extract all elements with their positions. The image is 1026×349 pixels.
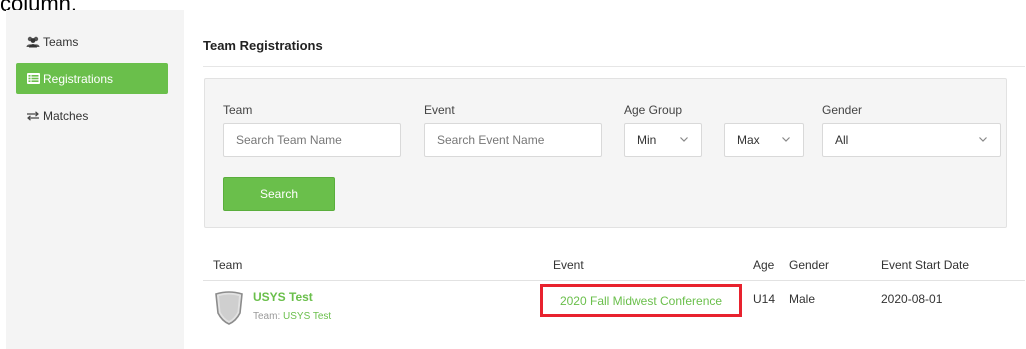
age-cell: U14: [753, 292, 776, 306]
column-header-age: Age: [753, 258, 775, 272]
sidebar: Teams Registrations Matches: [16, 26, 168, 137]
page-title: Team Registrations: [203, 38, 323, 53]
chevron-down-icon: [978, 133, 988, 147]
gender-label: Gender: [822, 103, 863, 117]
gender-cell: Male: [789, 292, 816, 306]
age-min-select[interactable]: Min: [624, 123, 702, 157]
team-sub-link[interactable]: USYS Test: [283, 311, 331, 322]
chevron-down-icon: [781, 133, 791, 147]
gender-select[interactable]: All: [822, 123, 1001, 157]
sidebar-item-matches[interactable]: Matches: [16, 100, 168, 131]
search-button[interactable]: Search: [223, 177, 335, 211]
team-subtitle: Team: USYS Test: [253, 311, 331, 322]
team-shield-icon: [214, 291, 244, 328]
column-header-gender: Gender: [789, 258, 830, 272]
users-icon: [26, 36, 40, 48]
team-filter-label: Team: [223, 103, 253, 117]
column-header-team: Team: [213, 258, 243, 272]
sidebar-item-label: Registrations: [43, 71, 114, 86]
age-min-value: Min: [637, 133, 657, 147]
list-icon: [26, 73, 40, 85]
team-name-link[interactable]: USYS Test: [253, 290, 313, 304]
event-filter-label: Event: [424, 103, 455, 117]
app-shell: Teams Registrations Matches Team Registr…: [6, 10, 1026, 349]
table-header-divider: [203, 280, 1025, 281]
chevron-down-icon: [679, 133, 689, 147]
main-content: Team Registrations Team Search Team Name…: [184, 10, 1026, 349]
event-start-date-cell: 2020-08-01: [881, 292, 943, 306]
age-max-value: Max: [737, 133, 760, 147]
column-header-event-start-date: Event Start Date: [881, 258, 970, 272]
swap-arrows-icon: [26, 110, 40, 122]
sidebar-item-registrations[interactable]: Registrations: [16, 63, 168, 94]
event-link-highlighted[interactable]: 2020 Fall Midwest Conference: [540, 284, 742, 317]
sidebar-item-label: Matches: [43, 108, 89, 123]
filter-panel: Team Search Team Name Event Search Event…: [204, 78, 1007, 228]
gender-value: All: [835, 133, 849, 147]
sidebar-item-label: Teams: [43, 34, 79, 49]
event-search-input[interactable]: Search Event Name: [424, 123, 602, 157]
sidebar-item-teams[interactable]: Teams: [16, 26, 168, 57]
column-header-event: Event: [553, 258, 584, 272]
title-divider: [203, 66, 1025, 67]
team-sub-label: Team:: [253, 311, 281, 322]
team-search-input[interactable]: Search Team Name: [223, 123, 401, 157]
age-max-select[interactable]: Max: [724, 123, 804, 157]
age-group-label: Age Group: [624, 103, 683, 117]
